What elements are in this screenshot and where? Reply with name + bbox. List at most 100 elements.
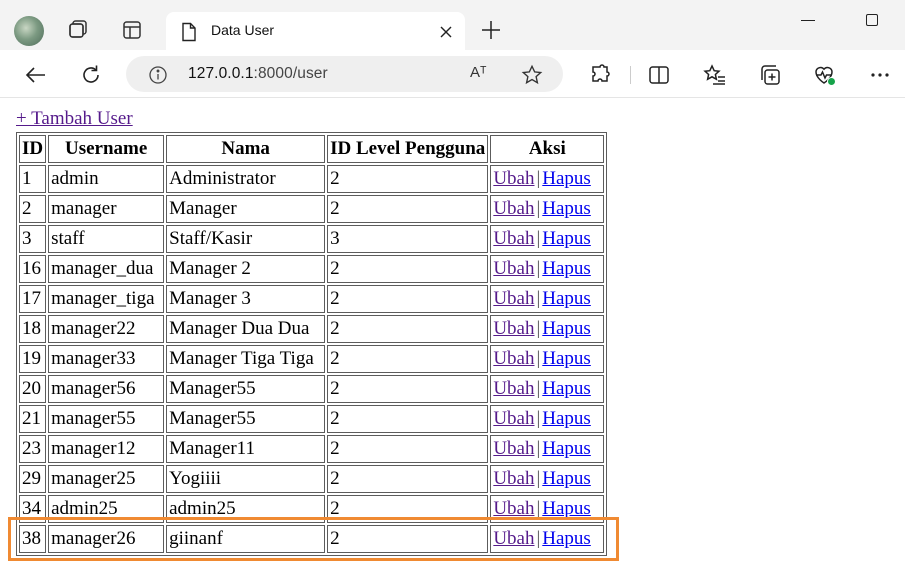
edit-link[interactable]: Ubah	[493, 198, 534, 219]
delete-link[interactable]: Hapus	[542, 288, 591, 309]
delete-link[interactable]: Hapus	[542, 168, 591, 189]
user-table: ID Username Nama ID Level Pengguna Aksi …	[16, 132, 608, 556]
cell-level: 2	[327, 165, 489, 193]
table-row: 23 manager12 Manager11 2 Ubah | Hapus	[19, 435, 605, 463]
table-row: 21 manager55 Manager55 2 Ubah | Hapus	[19, 405, 605, 433]
tab-actions-icon[interactable]	[120, 18, 146, 44]
collections-icon[interactable]	[758, 63, 782, 87]
more-icon[interactable]	[868, 63, 892, 87]
edit-link[interactable]: Ubah	[493, 348, 534, 369]
delete-link[interactable]: Hapus	[542, 348, 591, 369]
edit-link[interactable]: Ubah	[493, 288, 534, 309]
cell-username: manager_dua	[48, 255, 165, 283]
cell-id: 18	[19, 315, 47, 343]
tab-data-user[interactable]: Data User	[166, 12, 465, 50]
delete-link[interactable]: Hapus	[542, 258, 591, 279]
close-icon[interactable]	[439, 24, 453, 43]
delete-link[interactable]: Hapus	[542, 468, 591, 489]
tab-title: Data User	[211, 22, 275, 38]
cell-id: 16	[19, 255, 47, 283]
cell-id: 3	[19, 225, 47, 253]
cell-nama: admin25	[166, 495, 326, 523]
cell-username: manager25	[48, 465, 165, 493]
cell-aksi: Ubah | Hapus	[490, 165, 605, 193]
refresh-icon[interactable]	[79, 63, 103, 87]
delete-link[interactable]: Hapus	[542, 438, 591, 459]
cell-aksi: Ubah | Hapus	[490, 465, 605, 493]
cell-username: manager56	[48, 375, 165, 403]
cell-aksi: Ubah | Hapus	[490, 525, 605, 553]
read-aloud-icon[interactable]: Aᵀ	[470, 64, 487, 81]
cell-username: manager33	[48, 345, 165, 373]
cell-username: manager	[48, 195, 165, 223]
edit-link[interactable]: Ubah	[493, 498, 534, 519]
cell-id: 2	[19, 195, 47, 223]
cell-level: 2	[327, 345, 489, 373]
maximize-button[interactable]	[866, 14, 878, 26]
cell-level: 2	[327, 525, 489, 553]
cell-nama: Manager11	[166, 435, 326, 463]
edit-link[interactable]: Ubah	[493, 318, 534, 339]
table-row: 16 manager_dua Manager 2 2 Ubah | Hapus	[19, 255, 605, 283]
cell-username: staff	[48, 225, 165, 253]
back-arrow-icon[interactable]	[24, 63, 48, 87]
cell-nama: Manager Tiga Tiga	[166, 345, 326, 373]
edit-link[interactable]: Ubah	[493, 228, 534, 249]
favorites-list-icon[interactable]	[703, 63, 727, 87]
address-text[interactable]: 127.0.0.1:8000/user	[188, 65, 328, 83]
table-row: 3 staff Staff/Kasir 3 Ubah | Hapus	[19, 225, 605, 253]
table-header-row: ID Username Nama ID Level Pengguna Aksi	[19, 135, 605, 163]
cell-username: manager_tiga	[48, 285, 165, 313]
header-level: ID Level Pengguna	[327, 135, 489, 163]
cell-level: 2	[327, 315, 489, 343]
info-icon[interactable]	[148, 65, 168, 89]
cell-level: 2	[327, 195, 489, 223]
header-aksi: Aksi	[490, 135, 605, 163]
add-user-link[interactable]: + Tambah User	[16, 108, 133, 130]
edit-link[interactable]: Ubah	[493, 378, 534, 399]
plus-icon[interactable]	[480, 19, 502, 45]
delete-link[interactable]: Hapus	[542, 408, 591, 429]
cell-id: 23	[19, 435, 47, 463]
title-bar: Data User	[0, 0, 905, 50]
cell-nama: Manager 3	[166, 285, 326, 313]
cell-id: 21	[19, 405, 47, 433]
split-screen-icon[interactable]	[647, 63, 671, 87]
header-nama: Nama	[166, 135, 326, 163]
cell-aksi: Ubah | Hapus	[490, 195, 605, 223]
header-id: ID	[19, 135, 47, 163]
cell-nama: Staff/Kasir	[166, 225, 326, 253]
cell-id: 19	[19, 345, 47, 373]
edit-link[interactable]: Ubah	[493, 528, 534, 549]
puzzle-icon[interactable]	[588, 63, 612, 87]
delete-link[interactable]: Hapus	[542, 498, 591, 519]
delete-link[interactable]: Hapus	[542, 528, 591, 549]
cell-id: 34	[19, 495, 47, 523]
cell-level: 3	[327, 225, 489, 253]
minimize-button[interactable]	[801, 20, 815, 21]
cell-nama: Manager Dua Dua	[166, 315, 326, 343]
cell-level: 2	[327, 285, 489, 313]
address-bar[interactable]: 127.0.0.1:8000/user Aᵀ	[126, 56, 563, 92]
edit-link[interactable]: Ubah	[493, 408, 534, 429]
table-row: 38 manager26 giinanf 2 Ubah | Hapus	[19, 525, 605, 553]
delete-link[interactable]: Hapus	[542, 378, 591, 399]
toolbar: 127.0.0.1:8000/user Aᵀ	[0, 50, 905, 98]
cell-nama: Manager55	[166, 375, 326, 403]
table-row: 20 manager56 Manager55 2 Ubah | Hapus	[19, 375, 605, 403]
cell-nama: Administrator	[166, 165, 326, 193]
edit-link[interactable]: Ubah	[493, 168, 534, 189]
delete-link[interactable]: Hapus	[542, 318, 591, 339]
delete-link[interactable]: Hapus	[542, 228, 591, 249]
delete-link[interactable]: Hapus	[542, 198, 591, 219]
edit-link[interactable]: Ubah	[493, 438, 534, 459]
profile-avatar-icon[interactable]	[14, 16, 44, 46]
cell-username: manager26	[48, 525, 165, 553]
star-icon[interactable]	[521, 64, 543, 90]
workspaces-icon[interactable]	[66, 18, 92, 44]
cell-aksi: Ubah | Hapus	[490, 225, 605, 253]
edit-link[interactable]: Ubah	[493, 258, 534, 279]
table-row: 19 manager33 Manager Tiga Tiga 2 Ubah | Hapus	[19, 345, 605, 373]
cell-aksi: Ubah | Hapus	[490, 255, 605, 283]
edit-link[interactable]: Ubah	[493, 468, 534, 489]
